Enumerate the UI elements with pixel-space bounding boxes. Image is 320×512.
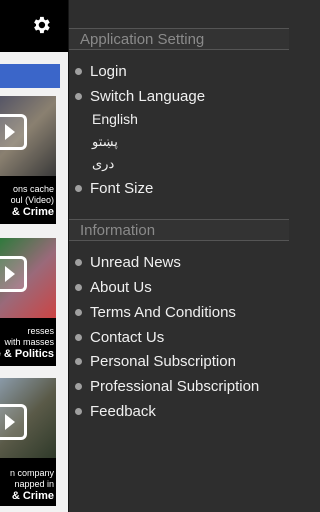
menu-item-unread-news[interactable]: Unread News [75, 251, 181, 273]
settings-drawer: Application Setting Login Switch Languag… [68, 0, 289, 512]
menu-item-login[interactable]: Login [75, 60, 127, 82]
background-news-list: ons cache oul (Video) & Crime resses wit… [0, 0, 68, 512]
news-category: & Crime [11, 490, 54, 502]
menu-item-label: Font Size [90, 179, 154, 197]
menu-item-contact-us[interactable]: Contact Us [75, 326, 164, 348]
bullet-icon [75, 407, 82, 415]
menu-item-label: Professional Subscription [90, 377, 260, 395]
bullet-icon [75, 92, 82, 100]
top-bar [0, 0, 68, 52]
menu-item-terms-and-conditions[interactable]: Terms And Conditions [75, 301, 236, 323]
menu-item-professional-subscription[interactable]: Professional Subscription [75, 375, 259, 397]
section-tab-bar [0, 64, 60, 88]
menu-item-label: Unread News [90, 253, 181, 271]
news-caption: n company [9, 468, 54, 478]
bullet-icon [75, 184, 82, 192]
menu-item-font-size[interactable]: Font Size [75, 177, 153, 199]
section-title-application-setting: Application Setting [69, 28, 289, 50]
news-caption: resses [27, 326, 54, 336]
play-icon [0, 256, 27, 292]
language-option-english[interactable]: English [92, 111, 138, 127]
news-card[interactable]: n company napped in & Crime [0, 378, 56, 506]
play-icon [0, 404, 27, 440]
menu-item-label: Contact Us [90, 328, 165, 346]
bullet-icon [75, 258, 82, 266]
language-option-dari[interactable]: دری [92, 156, 114, 172]
bullet-icon [75, 333, 82, 341]
bullet-icon [75, 357, 82, 365]
language-option-pashto[interactable]: پښتو [92, 134, 118, 150]
news-category: e & Politics [0, 348, 54, 360]
menu-item-label: About Us [90, 278, 152, 296]
gear-icon[interactable] [30, 14, 52, 36]
menu-item-label: Terms And Conditions [90, 303, 236, 321]
menu-item-switch-language[interactable]: Switch Language [75, 85, 205, 107]
play-icon [0, 114, 27, 150]
menu-item-about-us[interactable]: About Us [75, 276, 152, 298]
menu-item-label: Personal Subscription [90, 352, 236, 370]
section-title-information: Information [69, 219, 289, 241]
bullet-icon [75, 283, 82, 291]
news-card[interactable]: resses with masses e & Politics [0, 238, 56, 366]
bullet-icon [75, 67, 82, 75]
news-caption: napped in [14, 479, 54, 489]
menu-item-feedback[interactable]: Feedback [75, 400, 156, 422]
news-caption: ons cache [12, 184, 54, 194]
news-caption: oul (Video) [10, 195, 54, 205]
bullet-icon [75, 308, 82, 316]
bullet-icon [75, 382, 82, 390]
menu-item-label: Feedback [90, 402, 156, 420]
news-caption: with masses [4, 337, 54, 347]
menu-item-label: Login [90, 62, 127, 80]
news-category: & Crime [11, 206, 54, 218]
menu-item-personal-subscription[interactable]: Personal Subscription [75, 350, 236, 372]
news-card[interactable]: ons cache oul (Video) & Crime [0, 96, 56, 224]
menu-item-label: Switch Language [90, 87, 206, 105]
